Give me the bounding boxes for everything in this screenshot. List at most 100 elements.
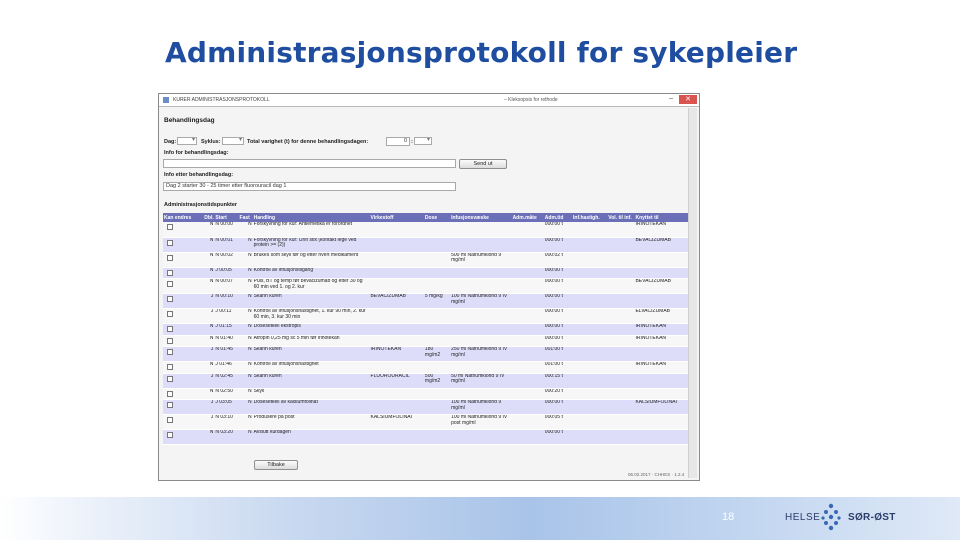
cell-handling: Skann kuren [252, 293, 370, 310]
col-knyttet-til[interactable]: Knyttet til [634, 213, 688, 222]
table-row[interactable]: NN 01:40 N Atropin 0,25 mg sc 5 min før ir… [163, 335, 688, 348]
cell-inf-hastigh [572, 222, 608, 238]
row-checkbox[interactable] [167, 239, 173, 246]
checkbox [163, 388, 204, 401]
cell-knyttet: BEVACIZUMAB [634, 237, 688, 253]
table-row[interactable]: JN 02:45 N Skann kuren FLUOROURACIL 500 mg/m… [163, 373, 688, 389]
cell-vol [607, 222, 635, 238]
cell-fast: N [238, 373, 253, 389]
table-row[interactable]: JJ 03:05 N Dosesetkeil av kalsiumfolinat 10… [163, 399, 688, 416]
cell-vol [607, 373, 635, 389]
cell-dbl: J [203, 346, 215, 363]
col-adm-mate[interactable]: Adm.måte [511, 213, 544, 222]
cell-handling: Dosesetkeil av kalsiumfolinat [252, 399, 370, 416]
col-vol-til-inf[interactable]: Vol. til inf. [607, 213, 635, 222]
cell-inf-hastigh [572, 252, 608, 268]
status-text: 06.02.2017 · CHHES · 1.2.4 [628, 472, 685, 477]
row-checkbox[interactable] [167, 390, 173, 397]
cell-admtid: 000:02 t [543, 252, 572, 268]
cell-handling: Forskyvning for kur: Urin stix (kontakt … [252, 237, 370, 253]
table-row[interactable]: JJ 00:11 N Kontroll av infusjonshastighet,… [163, 308, 688, 325]
table-row[interactable]: NN 00:01 N Forskyvning for kur: Urin stix … [163, 237, 688, 253]
cell-dose [423, 252, 451, 268]
cell-fast: N [238, 237, 253, 253]
cell-start: N 03:20 [214, 429, 239, 446]
cell-inf-hastigh [572, 323, 608, 336]
col-adm-tid[interactable]: Adm.tid [543, 213, 572, 222]
varighet-hours-input[interactable]: 0 [386, 137, 410, 146]
syklus-select[interactable] [222, 137, 244, 145]
minimize-icon[interactable]: – [669, 95, 673, 102]
cell-adm-mate [511, 267, 544, 280]
row-checkbox[interactable] [167, 224, 173, 230]
table-row[interactable]: NJ 01:15 N Dosesetkeil ekstropis 000:00 t IR… [163, 323, 688, 336]
table-row[interactable]: JN 00:10 N Skann kuren BEVACIZUMAB 5 mg/kg 10… [163, 293, 688, 310]
cell-start: N 00:10 [214, 293, 239, 310]
varighet-minutes-select[interactable] [414, 137, 432, 145]
table-row[interactable]: NJ 00:05 N Kontroll av infusjonstilgang 000… [163, 267, 688, 280]
cell-inf-hastigh [572, 429, 608, 446]
col-dose[interactable]: Dose [423, 213, 451, 222]
info-input[interactable] [163, 159, 456, 168]
checkbox [163, 399, 204, 416]
row-checkbox[interactable] [167, 311, 173, 318]
row-checkbox[interactable] [167, 364, 173, 371]
table-row[interactable]: NN 03:20 N Avslutt kurdagen 000:00 t [163, 429, 688, 446]
cell-infusjon: 250 ml Natriumklorid 9 IV mg/ml [450, 346, 512, 363]
col-fast[interactable]: Fast [238, 213, 253, 222]
row-checkbox[interactable] [167, 417, 173, 424]
close-icon[interactable]: ✕ [679, 95, 697, 104]
col-virkestoff[interactable]: Virkestoff [369, 213, 424, 222]
col-handling[interactable]: Handling [252, 213, 370, 222]
cell-knyttet: KALSIUMFOLINAT [634, 399, 688, 416]
checkbox [163, 346, 204, 363]
cell-vol [607, 278, 635, 295]
cell-knyttet [634, 346, 688, 363]
row-checkbox[interactable] [167, 269, 173, 276]
row-checkbox[interactable] [167, 326, 173, 333]
row-checkbox[interactable] [167, 254, 173, 261]
table-row[interactable]: NN 02:50 N Skyll 000:20 t [163, 388, 688, 401]
window-title: KURER ADMINISTRASJONSPROTOKOLL [173, 97, 270, 103]
row-checkbox[interactable] [167, 402, 173, 409]
back-button[interactable]: Tilbake [254, 460, 298, 470]
table-row[interactable]: NN 00:02 N Brukes som skyll før og etter h… [163, 252, 688, 268]
cell-fast: N [238, 222, 253, 238]
table-row[interactable]: NN 00:00 N Forskyvning for kur: Antiemetik… [163, 222, 688, 238]
window-subtitle: – Kleksopsis for rethode [504, 97, 558, 103]
col-kan-endres[interactable]: Kan endres [163, 213, 204, 222]
cell-admtid: 000:00 t [543, 308, 572, 325]
table-row[interactable]: JN 03:10 N Produsere på post KALSIUMFOLINAT… [163, 414, 688, 431]
info-etter-input[interactable]: Dag 2 starter 30 - 25 timer etter fluoro… [163, 182, 456, 191]
table-row[interactable]: JN 01:45 N Skann kuren IRINOTEKAN 180 mg/m2 2… [163, 346, 688, 363]
col-dbl[interactable]: Dbl. [203, 213, 215, 222]
cell-vol [607, 346, 635, 363]
cell-handling: Skann kuren [252, 373, 370, 389]
table-row[interactable]: NN 00:07 N Puls, BT og temp før bevacizuma… [163, 278, 688, 295]
cell-dbl: J [203, 399, 215, 416]
table-row[interactable]: NJ 01:46 N Kontroll av infusjonshastighet 0… [163, 361, 688, 374]
col-infusjonsvaeske[interactable]: Infusjonsvæske [450, 213, 512, 222]
row-checkbox[interactable] [167, 281, 173, 288]
cell-admtid: 000:00 t [543, 429, 572, 446]
cell-virkestoff: FLUOROURACIL [369, 373, 424, 389]
slide-title: Administrasjonsprotokoll for sykepleier [165, 36, 798, 69]
row-checkbox[interactable] [167, 432, 173, 439]
cell-dbl: N [203, 361, 215, 374]
row-checkbox[interactable] [167, 375, 173, 382]
cell-infusjon [450, 267, 512, 280]
row-checkbox[interactable] [167, 349, 173, 356]
col-inf-hastigh[interactable]: Inf.hastigh. [572, 213, 608, 222]
cell-handling: Produsere på post [252, 414, 370, 431]
col-start[interactable]: Start [214, 213, 239, 222]
send-button[interactable]: Send ut [459, 159, 507, 169]
row-checkbox[interactable] [167, 337, 173, 344]
cell-start: N 00:07 [214, 278, 239, 295]
checkbox [163, 222, 204, 238]
checkbox [163, 361, 204, 374]
row-checkbox[interactable] [167, 296, 173, 303]
cell-admtid: 000:05 t [543, 414, 572, 431]
dag-select[interactable] [177, 137, 197, 145]
vertical-scrollbar[interactable] [688, 108, 697, 478]
cell-dbl: N [203, 278, 215, 295]
